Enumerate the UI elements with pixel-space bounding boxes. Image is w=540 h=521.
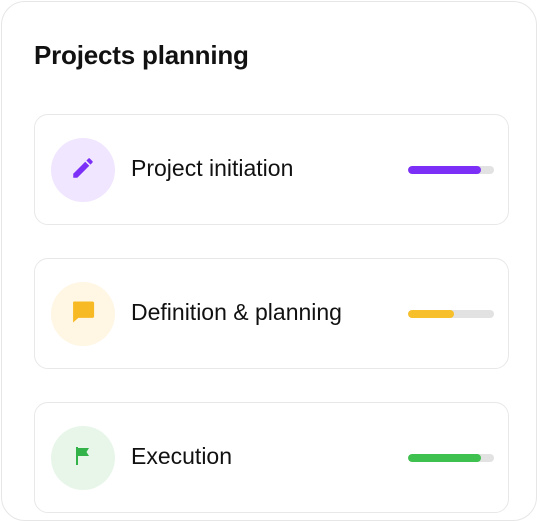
stage-icon-badge [51,426,115,490]
projects-planning-panel: Projects planning Project initiation Def… [1,1,537,521]
stage-progress-bar [408,166,494,174]
stage-label: Execution [131,443,233,469]
stage-card-project-initiation[interactable]: Project initiation [34,114,509,225]
stage-progress-fill [408,166,482,174]
stage-icon-badge [51,138,115,202]
stage-card-execution[interactable]: Execution [34,402,509,513]
chat-bubble-icon [69,298,97,331]
stage-progress-bar [408,454,494,462]
stage-label: Project initiation [131,155,294,181]
stage-card-definition-planning[interactable]: Definition & planning [34,258,509,369]
panel-title: Projects planning [34,40,249,70]
pencil-icon [70,155,96,186]
flag-icon [71,444,95,473]
stage-label: Definition & planning [131,299,342,325]
stage-progress-fill [408,454,482,462]
stage-icon-badge [51,282,115,346]
stage-progress-fill [408,310,454,318]
stage-progress-bar [408,310,494,318]
